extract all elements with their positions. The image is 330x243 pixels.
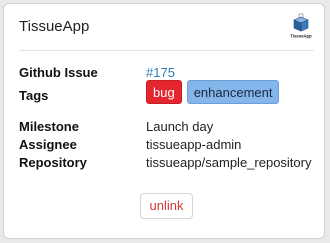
tag-bug[interactable]: bug — [146, 80, 182, 104]
tags-list: bug enhancement — [146, 80, 280, 104]
repository-value: tissueapp/sample_repository — [146, 155, 312, 170]
assignee-label: Assignee — [19, 137, 77, 152]
header-divider — [19, 50, 314, 51]
tag-enhancement[interactable]: enhancement — [186, 80, 280, 104]
github-issue-link[interactable]: #175 — [146, 65, 175, 80]
issue-card: TissueApp TissueApp Github Issue #175 Ta… — [3, 3, 325, 239]
milestone-value: Launch day — [146, 119, 214, 134]
milestone-row: Milestone Launch day — [19, 117, 314, 137]
app-title: TissueApp — [19, 18, 90, 35]
assignee-row: Assignee tissueapp-admin — [19, 135, 314, 155]
repository-row: Repository tissueapp/sample_repository — [19, 153, 314, 173]
tags-label: Tags — [19, 88, 49, 103]
milestone-label: Milestone — [19, 119, 79, 134]
svg-text:TissueApp: TissueApp — [290, 34, 312, 39]
tags-row: Tags bug enhancement — [19, 80, 314, 106]
assignee-value: tissueapp-admin — [146, 137, 242, 152]
repository-label: Repository — [19, 155, 87, 170]
card-header: TissueApp TissueApp — [4, 4, 324, 52]
unlink-button[interactable]: unlink — [140, 193, 193, 219]
tissueapp-logo-icon: TissueApp — [290, 13, 312, 39]
github-issue-label: Github Issue — [19, 65, 98, 80]
